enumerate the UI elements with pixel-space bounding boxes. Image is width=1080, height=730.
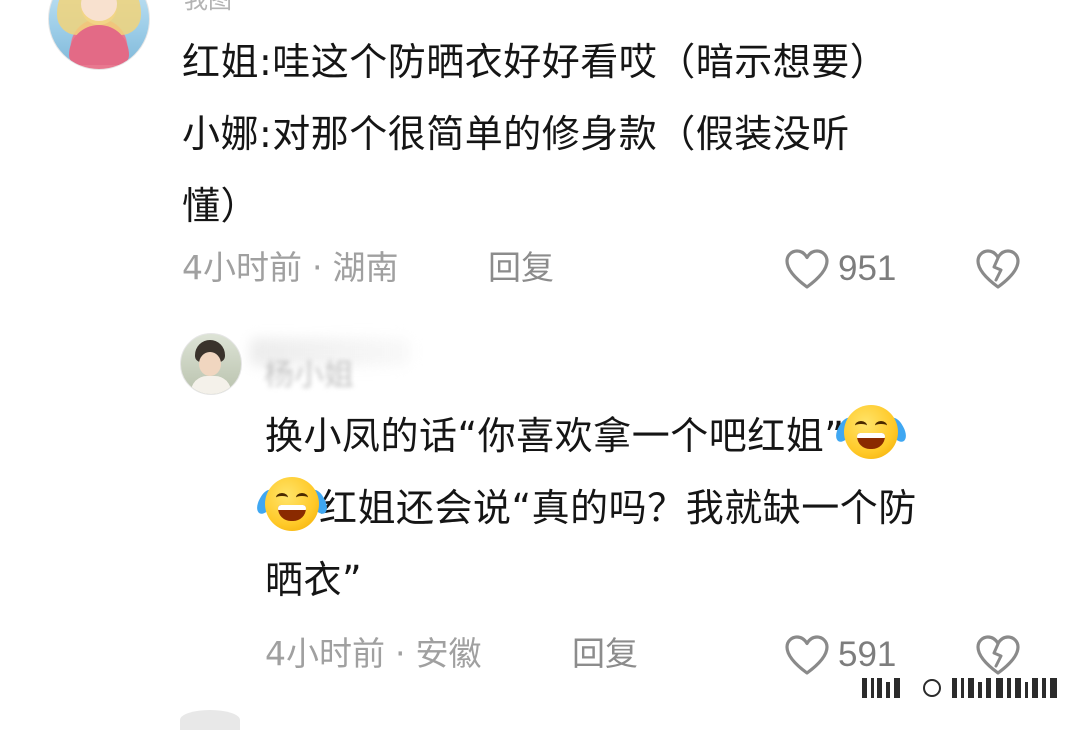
avatar-clothing	[191, 376, 231, 394]
broken-heart-icon[interactable]	[975, 634, 1021, 676]
comment-body[interactable]: 换小凤的话“你喜欢拿一个吧红姐” 红姐还会说“真的吗？我就缺一个防 晒衣”	[253, 400, 1035, 616]
comment-text-segment: 换小凤的话“你喜欢拿一个吧红姐”	[265, 414, 845, 458]
comment-line: 小娜:对那个很简单的修身款（假装没听	[182, 112, 850, 156]
like-count: 591	[838, 635, 897, 674]
meta-separator: ·	[395, 634, 406, 673]
comment-line: 红姐:哇这个防晒衣好好看哎（暗示想要）	[182, 40, 889, 84]
comment-location: 湖南	[332, 248, 399, 287]
next-comment-avatar[interactable]	[180, 710, 240, 730]
comment-location: 安徽	[415, 634, 482, 673]
comment-meta: 4小时前 · 湖南	[182, 248, 399, 288]
comment-text-segment: 红姐还会说“真的吗？我就缺一个防	[319, 486, 917, 530]
comment-line: 晒衣”	[265, 558, 363, 602]
avatar-face	[199, 352, 221, 376]
heart-outline-icon[interactable]	[784, 248, 830, 290]
broken-heart-icon[interactable]	[975, 248, 1021, 290]
face-with-tears-of-joy-icon	[253, 477, 331, 531]
username[interactable]: 我图	[184, 0, 232, 12]
comment-line: 换小凤的话“你喜欢拿一个吧红姐”	[265, 400, 1035, 472]
comment-line: 懂）	[182, 184, 260, 228]
like-count: 951	[838, 249, 897, 288]
comment-line: 红姐还会说“真的吗？我就缺一个防	[253, 472, 1035, 544]
comment-body[interactable]: 红姐:哇这个防晒衣好好看哎（暗示想要） 小娜:对那个很简单的修身款（假装没听 懂…	[182, 26, 1012, 242]
watermark-logo	[862, 678, 1057, 698]
meta-separator: ·	[312, 248, 323, 287]
comment-meta: 4小时前 · 安徽	[265, 634, 482, 674]
reply-button[interactable]: 回复	[488, 248, 554, 288]
heart-outline-icon[interactable]	[784, 634, 830, 676]
comment-time: 4小时前	[265, 634, 385, 673]
username[interactable]: 杨小姐	[264, 350, 354, 394]
face-with-tears-of-joy-icon	[832, 405, 910, 459]
avatar[interactable]	[180, 333, 242, 395]
comment-time: 4小时前	[182, 248, 302, 287]
avatar[interactable]	[48, 0, 150, 70]
reply-button[interactable]: 回复	[572, 634, 638, 674]
